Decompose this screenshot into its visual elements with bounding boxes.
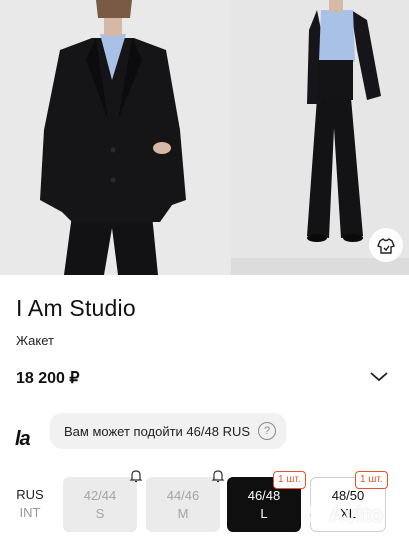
size-system-primary: RUS bbox=[16, 487, 44, 502]
fit-hint[interactable]: Вам может подойти 46/48 RUS ? bbox=[50, 413, 287, 449]
chevron-down-icon[interactable] bbox=[368, 368, 390, 384]
product-category: Жакет bbox=[16, 333, 54, 348]
bell-icon[interactable] bbox=[211, 469, 225, 483]
try-on-button[interactable] bbox=[369, 228, 403, 262]
hanger-tryon-icon bbox=[377, 238, 395, 254]
avito-logo-icon bbox=[304, 504, 326, 526]
size-option[interactable]: 42/44 S bbox=[63, 477, 137, 532]
size-int: L bbox=[260, 505, 268, 521]
bell-icon[interactable] bbox=[129, 469, 143, 483]
size-int: S bbox=[95, 505, 105, 521]
stock-badge: 1 шт. bbox=[355, 471, 388, 489]
stock-badge: 1 шт. bbox=[273, 471, 306, 489]
product-photo-front[interactable] bbox=[0, 0, 229, 275]
fit-assistant-logo: la bbox=[15, 428, 31, 450]
size-system-secondary: INT bbox=[19, 505, 41, 520]
size-rus: 44/46 bbox=[166, 487, 200, 503]
brand-name[interactable]: I Am Studio bbox=[16, 295, 136, 322]
product-photo-full[interactable] bbox=[231, 0, 409, 275]
watermark-text: Avito bbox=[329, 502, 384, 527]
avito-watermark: Avito bbox=[304, 502, 383, 528]
question-circle-icon[interactable]: ? bbox=[258, 422, 277, 440]
size-option[interactable]: 44/46 M bbox=[146, 477, 220, 532]
fit-hint-text: Вам может подойти 46/48 RUS bbox=[64, 423, 251, 439]
size-system-toggle[interactable]: RUS INT bbox=[8, 486, 52, 522]
size-rus: 42/44 bbox=[83, 487, 117, 503]
size-int: M bbox=[177, 505, 189, 521]
product-price: 18 200 ₽ bbox=[16, 370, 80, 387]
product-gallery[interactable] bbox=[0, 0, 409, 275]
size-rus: 46/48 bbox=[247, 487, 281, 503]
